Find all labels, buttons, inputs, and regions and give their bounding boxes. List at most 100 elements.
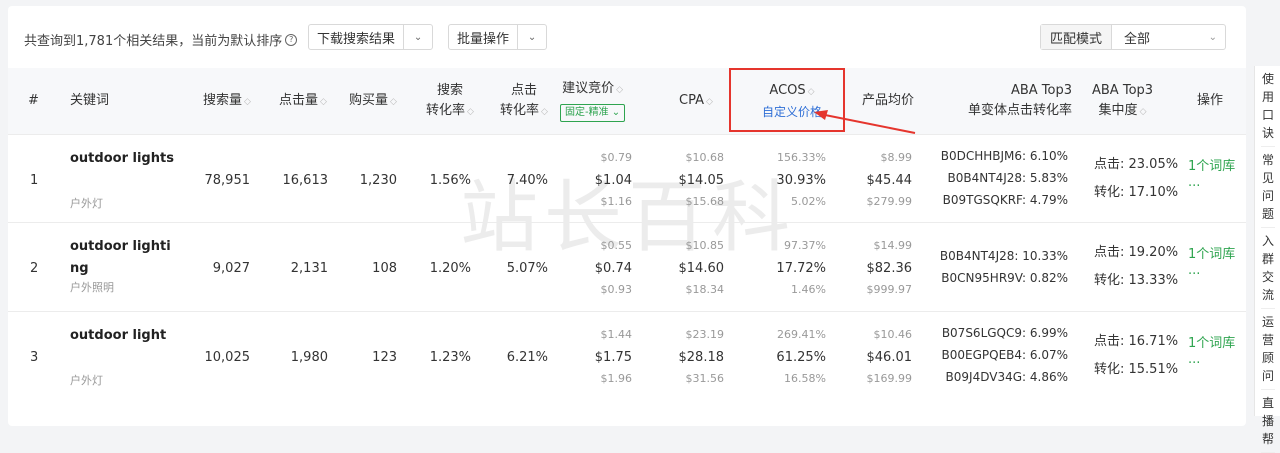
sort-icon[interactable]: ◇ [1140,107,1147,117]
side-item-group[interactable]: 入群交流 [1261,228,1275,309]
col-clicks-label: 点击量 [279,93,319,108]
sort-icon[interactable]: ◇ [244,97,251,107]
keyword-text[interactable]: outdoor lighti [70,239,171,254]
col-search-cvr-line1: 搜索 [436,83,463,98]
col-click-cvr-line1: 点击 [510,83,537,98]
match-mode-label: 匹配模式 [1041,25,1112,49]
cpa-mid: $28.18 [678,350,725,365]
price-high: $999.97 [866,283,913,296]
col-click-cvr[interactable]: 点击 转化率 ◇ [500,81,548,122]
col-aba-conc-line2: 集中度 [1098,103,1138,118]
sort-icon[interactable]: ◇ [706,97,713,107]
col-search-volume[interactable]: 搜索量 ◇ [203,91,251,112]
more-icon[interactable]: ··· [1188,267,1200,282]
search-cvr: 1.20% [429,261,471,276]
col-aba-conc-line1: ABA Top3 [1092,83,1154,98]
bid-low: $0.55 [600,239,633,252]
price-high: $279.99 [866,195,913,208]
col-bid[interactable]: 建议竞价 ◇ 固定-精准 ⌄ [560,79,626,122]
bid-mid: $0.74 [594,261,632,276]
aba-asin-item: B0DCHHBJM6: 6.10% [940,149,1068,163]
acos-high: 5.02% [791,195,826,208]
sort-icon[interactable]: ◇ [390,97,397,107]
bid-mid: $1.04 [594,173,632,188]
keyword-text[interactable]: outdoor lights [70,151,174,166]
keyword-library-link[interactable]: 1个词库 [1188,155,1235,174]
table-row: 1 outdoor lights 户外灯 78,951 16,613 1,230 1.56%… [8,134,1246,223]
price-mid: $46.01 [866,350,913,365]
purchase-count: 1,230 [359,173,397,188]
batch-actions-button[interactable]: 批量操作 ⌄ [448,24,548,50]
col-search-cvr[interactable]: 搜索 转化率 ◇ [426,81,474,122]
search-volume: 10,025 [204,350,251,365]
keyword-text-wrap[interactable]: ng [70,261,89,276]
row-index: 2 [30,261,39,276]
sort-icon[interactable]: ◇ [467,107,474,117]
side-item-advisor[interactable]: 运营顾问 [1261,309,1275,390]
sort-icon[interactable]: ◇ [541,107,548,117]
result-summary: 共查询到1,781个相关结果，当前为默认排序 ? [24,30,298,49]
cpa-mid: $14.60 [678,261,725,276]
match-mode-value-wrap[interactable]: 全部 ⌄ [1112,25,1225,49]
search-cvr: 1.56% [429,173,471,188]
table-row: 2 outdoor lighti ng 户外照明 9,027 2,131 108 1.20% 5… [8,222,1246,311]
bid-low: $0.79 [600,151,633,164]
click-cvr: 5.07% [506,261,548,276]
chevron-down-icon[interactable]: ⌄ [518,32,546,43]
col-aba-line2: 单变体点击转化率 [967,103,1072,118]
conc-conv: 转化: 17.10% [1094,185,1179,200]
cpa-low: $23.19 [685,328,725,341]
col-index: # [28,93,39,108]
chevron-down-icon[interactable]: ⌄ [404,32,432,43]
col-aba-concentration[interactable]: ABA Top3 集中度 ◇ [1092,81,1153,122]
bid-type-tag[interactable]: 固定-精准 ⌄ [560,104,626,122]
keyword-library-link[interactable]: 1个词库 [1188,243,1235,262]
cpa-high: $31.56 [685,372,725,385]
sort-icon[interactable]: ◇ [616,85,623,95]
price-high: $169.99 [866,372,913,385]
download-label: 下载搜索结果 [309,25,405,49]
col-bid-label: 建议竞价 [562,81,615,96]
cpa-high: $15.68 [685,195,725,208]
cpa-low: $10.68 [685,151,725,164]
aba-asin-item: B07S6LGQC9: 6.99% [941,326,1068,340]
side-item-tips[interactable]: 使用口诀 [1261,66,1275,147]
price-low: $8.99 [880,151,913,164]
click-count: 1,980 [290,350,328,365]
col-search-cvr-line2: 转化率 [426,103,466,118]
more-icon[interactable]: ··· [1188,179,1200,194]
col-cpa[interactable]: CPA ◇ [679,91,713,112]
conc-click: 点击: 19.20% [1094,245,1179,260]
acos-low: 97.37% [784,239,826,252]
side-item-faq[interactable]: 常见问题 [1261,147,1275,228]
col-purchases[interactable]: 购买量 ◇ [349,91,397,112]
batch-label: 批量操作 [449,25,519,49]
download-results-button[interactable]: 下载搜索结果 ⌄ [308,24,434,50]
side-help-bar: 使用口诀 常见问题 入群交流 运营顾问 直播帮 [1254,66,1280,453]
acos-high: 1.46% [791,283,826,296]
bid-high: $0.93 [600,283,633,296]
match-mode-select[interactable]: 匹配模式 全部 ⌄ [1040,24,1226,50]
cpa-high: $18.34 [685,283,725,296]
table-row: 3 outdoor light 户外灯 10,025 1,980 123 1.23% 6.21… [8,311,1246,400]
help-icon[interactable]: ? [285,33,298,46]
aba-asin-item: B09J4DV34G: 4.86% [945,370,1068,384]
row-index: 3 [30,350,39,365]
keyword-translation: 户外照明 [70,281,114,294]
price-low: $10.46 [873,328,913,341]
keyword-text[interactable]: outdoor light [70,328,166,343]
more-icon[interactable]: ··· [1188,356,1200,371]
conc-click: 点击: 23.05% [1094,157,1179,172]
side-item-live[interactable]: 直播帮 [1261,390,1275,453]
col-clicks[interactable]: 点击量 ◇ [279,91,327,112]
purchase-count: 108 [372,261,397,276]
conc-conv: 转化: 13.33% [1094,273,1179,288]
col-keyword: 关键词 [70,93,110,108]
aba-asin-item: B09TGSQKRF: 4.79% [942,193,1068,207]
acos-high: 16.58% [784,372,826,385]
keyword-library-link[interactable]: 1个词库 [1188,332,1235,351]
col-click-cvr-line2: 转化率 [500,103,540,118]
col-aba-line1: ABA Top3 [1010,83,1072,98]
sort-icon[interactable]: ◇ [320,97,327,107]
click-cvr: 6.21% [506,350,548,365]
